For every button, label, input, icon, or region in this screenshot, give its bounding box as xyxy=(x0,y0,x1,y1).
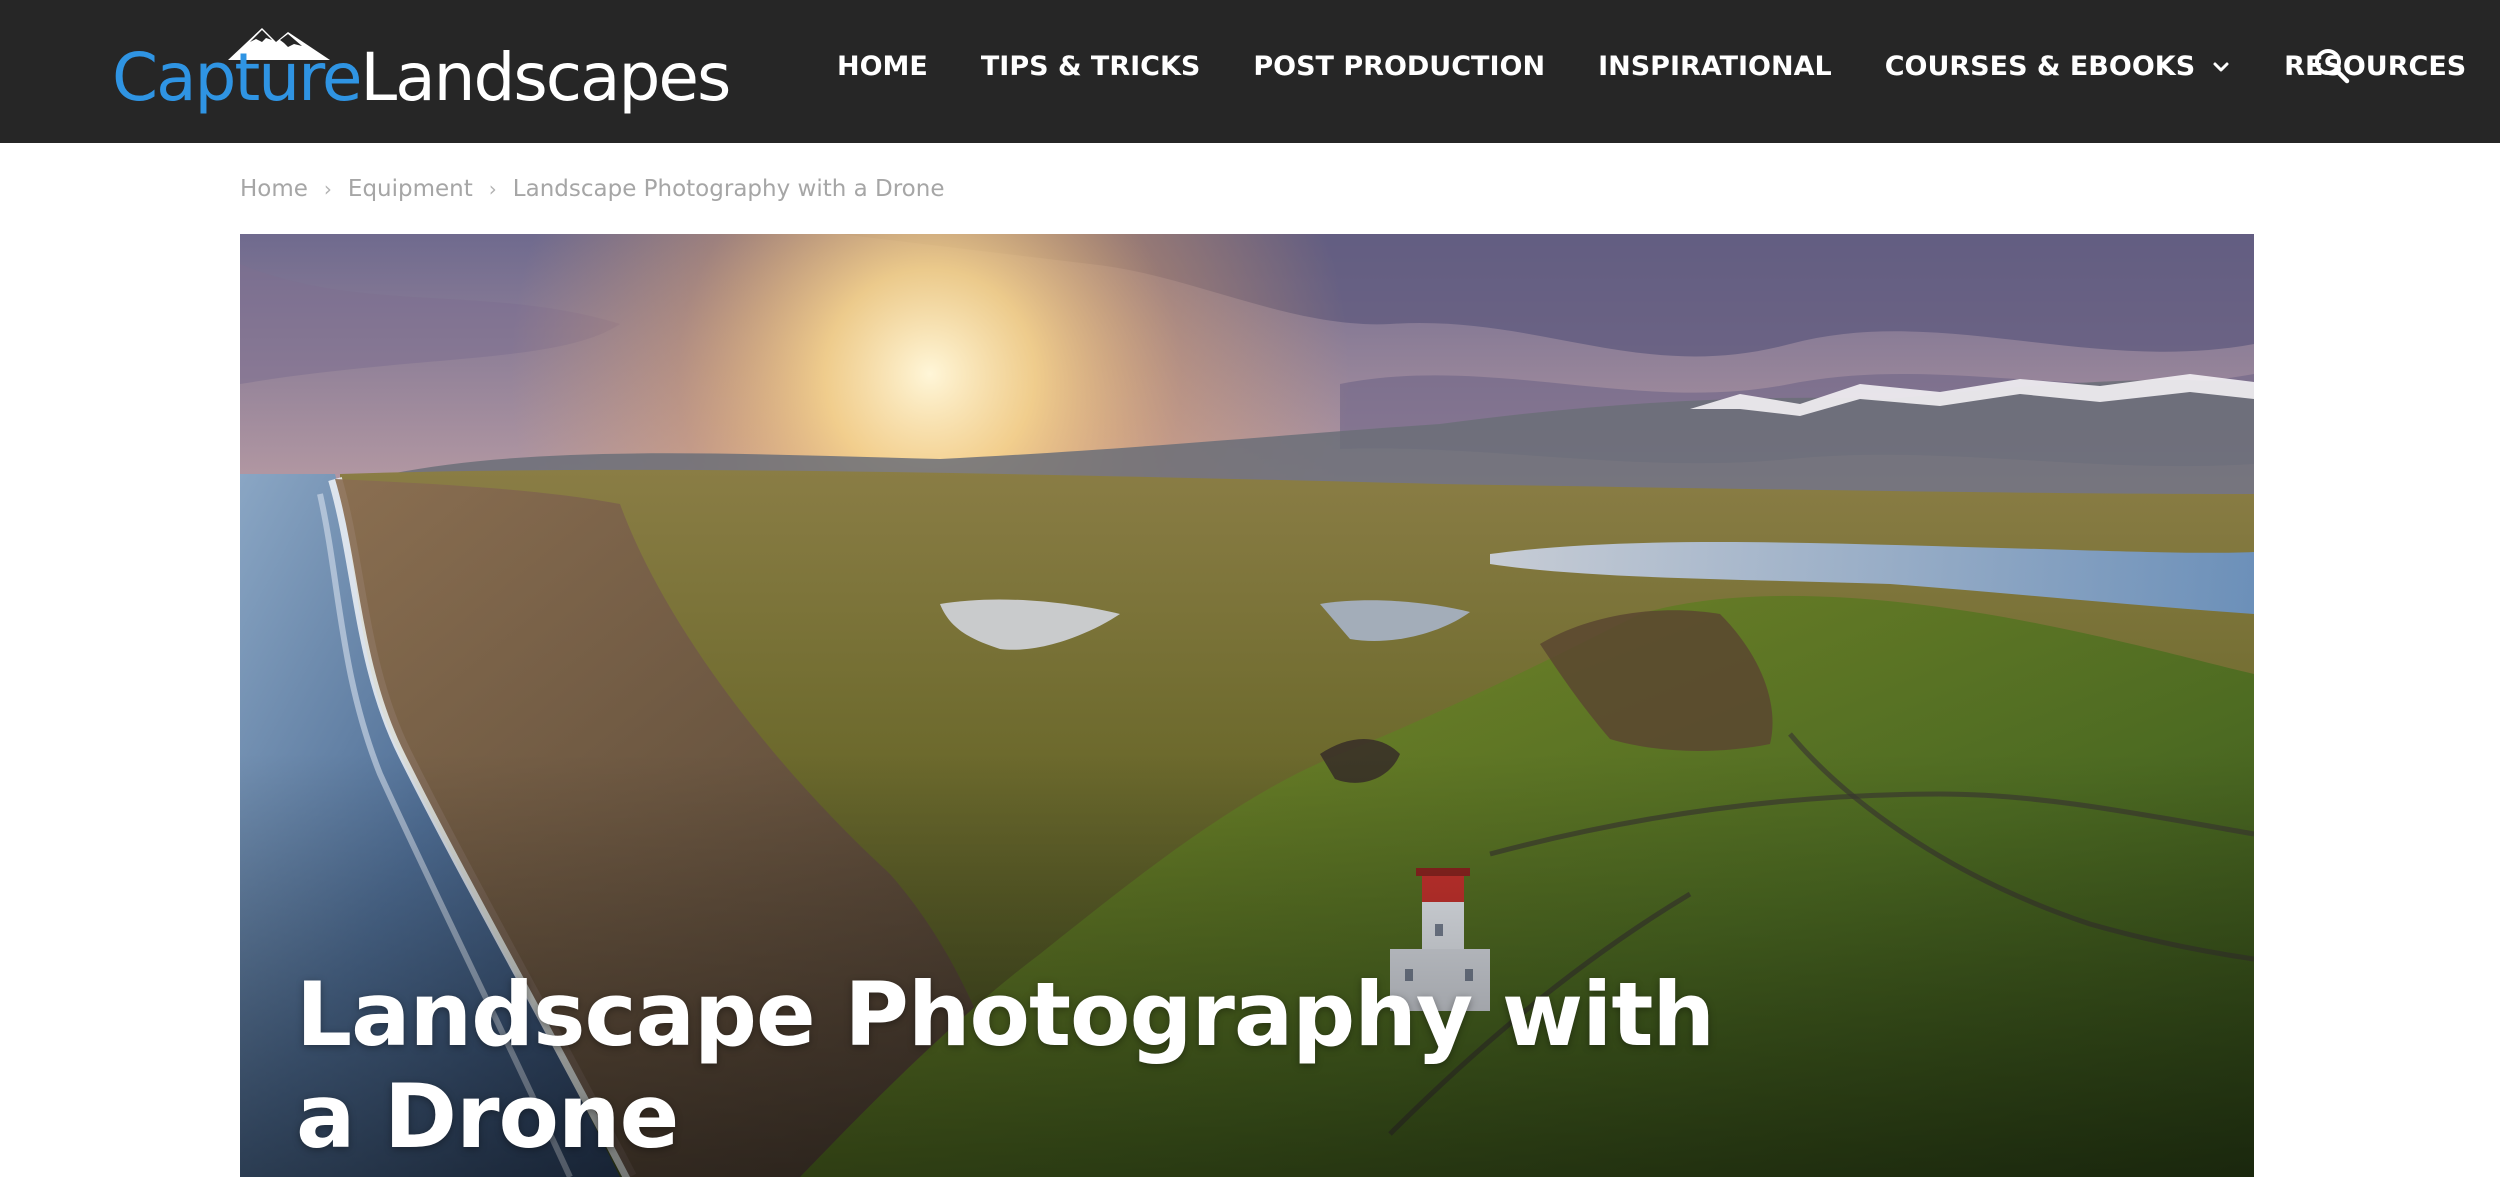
chevron-down-icon xyxy=(2213,62,2229,71)
nav-item-label: POST PRODUCTION xyxy=(1253,51,1546,82)
nav-item-inspirational[interactable]: INSPIRATIONAL xyxy=(1598,51,1832,82)
nav-item-label: TIPS & TRICKS xyxy=(980,51,1201,82)
breadcrumb-separator: › xyxy=(323,177,332,201)
nav-item-label: COURSES & EBOOKS xyxy=(1884,51,2196,82)
nav-item-tips-tricks[interactable]: TIPS & TRICKS xyxy=(981,51,1200,82)
nav-item-home[interactable]: HOME xyxy=(837,51,928,82)
article-title: Landscape Photography with a Drone xyxy=(296,963,1715,1168)
breadcrumb-current: Landscape Photography with a Drone xyxy=(512,176,945,202)
search-button[interactable] xyxy=(2312,46,2352,86)
nav-item-label: INSPIRATIONAL xyxy=(1598,51,1832,82)
logo-text-capture: Capture xyxy=(112,39,362,116)
logo-wordmark: CaptureLandscapes xyxy=(112,38,731,118)
breadcrumb-home[interactable]: Home xyxy=(240,176,308,202)
breadcrumb: Home › Equipment › Landscape Photography… xyxy=(240,172,944,206)
logo-text-landscapes: Landscapes xyxy=(360,39,731,116)
site-header: CaptureLandscapes HOME TIPS & TRICKS POS… xyxy=(0,0,2500,143)
breadcrumb-separator: › xyxy=(488,177,497,201)
nav-item-label: HOME xyxy=(837,51,928,82)
main-nav: HOME TIPS & TRICKS POST PRODUCTION INSPI… xyxy=(837,0,2466,133)
featured-image: Landscape Photography with a Drone xyxy=(240,234,2254,1177)
site-logo[interactable]: CaptureLandscapes xyxy=(112,22,731,118)
breadcrumb-equipment[interactable]: Equipment xyxy=(348,176,473,202)
search-icon xyxy=(2315,49,2350,84)
nav-item-post-production[interactable]: POST PRODUCTION xyxy=(1253,51,1545,82)
nav-item-courses-ebooks[interactable]: COURSES & EBOOKS xyxy=(1885,51,2231,82)
